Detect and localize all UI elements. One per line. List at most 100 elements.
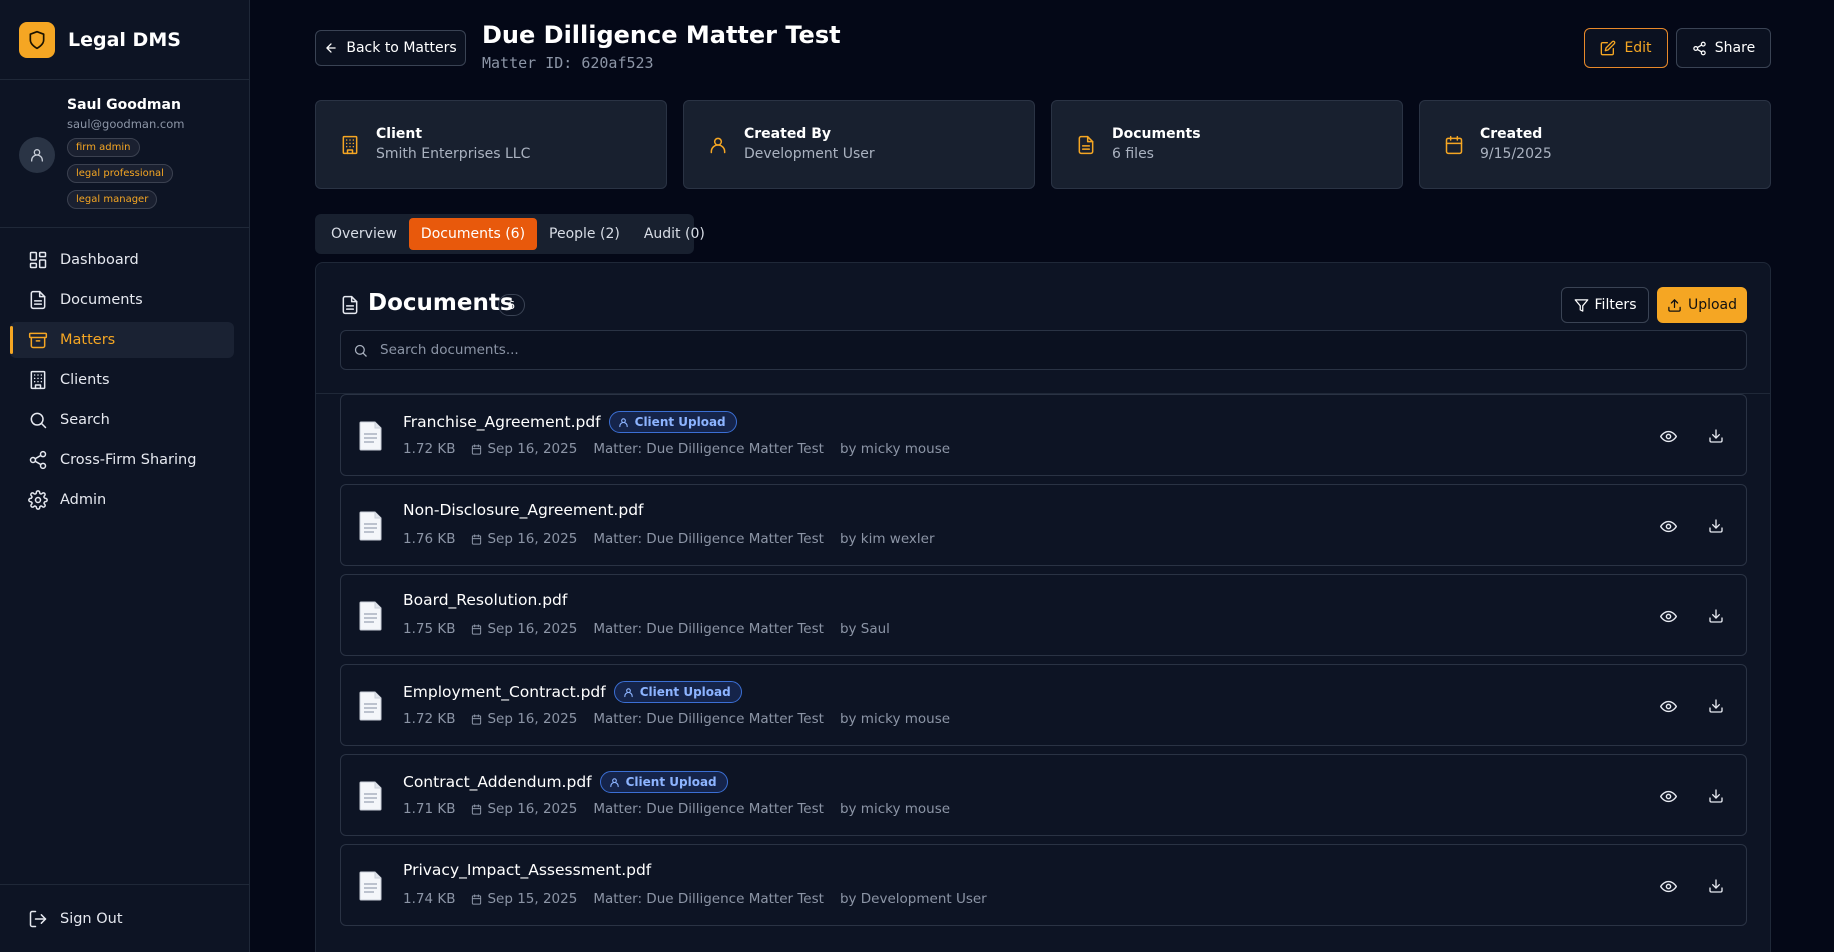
document-name[interactable]: Franchise_Agreement.pdf (403, 413, 601, 431)
eye-icon (1659, 698, 1677, 715)
matter-id: Matter ID: 620af523 (482, 54, 654, 72)
document-row[interactable]: Employment_Contract.pdf Client Upload 1.… (340, 664, 1747, 746)
sidebar-item-search[interactable]: Search (10, 402, 234, 438)
tab-overview[interactable]: Overview (319, 218, 409, 250)
document-name[interactable]: Employment_Contract.pdf (403, 683, 606, 701)
sidebar-item-admin[interactable]: Admin (10, 482, 234, 518)
document-name[interactable]: Non-Disclosure_Agreement.pdf (403, 501, 644, 519)
filter-icon (1574, 298, 1589, 313)
back-to-matters-button[interactable]: Back to Matters (315, 30, 466, 66)
card-label: Created By (744, 126, 832, 142)
pdf-file-icon (359, 781, 383, 811)
avatar (19, 137, 55, 173)
view-button[interactable] (1657, 425, 1679, 447)
card-label: Documents (1112, 126, 1201, 142)
view-button[interactable] (1657, 605, 1679, 627)
eye-icon (1659, 518, 1677, 535)
filters-button[interactable]: Filters (1561, 287, 1649, 323)
brand: Legal DMS (0, 0, 249, 80)
badge-label: Client Upload (625, 775, 717, 789)
eye-icon (1659, 608, 1677, 625)
building-icon (340, 135, 360, 155)
panel-title: Documents (368, 290, 514, 316)
uploaded-by: by Development User (839, 891, 987, 907)
logout-icon (28, 909, 48, 929)
uploaded-by: by micky mouse (839, 801, 951, 817)
user-icon (708, 135, 728, 155)
documents-panel: Documents 6 Filters Upload Franchise_Agr… (315, 262, 1771, 952)
arrow-left-icon (324, 41, 338, 55)
client-upload-badge: Client Upload (613, 681, 742, 703)
client-upload-badge: Client Upload (599, 771, 728, 793)
view-button[interactable] (1657, 695, 1679, 717)
filters-label: Filters (1594, 297, 1637, 313)
download-icon (1708, 878, 1724, 894)
document-icon (28, 290, 48, 310)
document-row[interactable]: Privacy_Impact_Assessment.pdf 1.74 KB Se… (340, 844, 1747, 926)
eye-icon (1659, 428, 1677, 445)
document-name[interactable]: Contract_Addendum.pdf (403, 773, 592, 791)
document-name[interactable]: Board_Resolution.pdf (403, 591, 567, 609)
upload-date: Sep 16, 2025 (487, 621, 578, 637)
role-badge: firm admin (67, 138, 140, 157)
document-row[interactable]: Contract_Addendum.pdf Client Upload 1.71… (340, 754, 1747, 836)
sign-out-button[interactable]: Sign Out (0, 884, 250, 952)
calendar-icon (471, 713, 482, 725)
upload-date: Sep 16, 2025 (487, 441, 578, 457)
search-input[interactable] (380, 342, 1680, 358)
file-size: 1.72 KB (403, 711, 456, 727)
download-button[interactable] (1705, 695, 1727, 717)
view-button[interactable] (1657, 515, 1679, 537)
document-name[interactable]: Privacy_Impact_Assessment.pdf (403, 861, 651, 879)
sidebar-item-label: Cross-Firm Sharing (60, 452, 197, 468)
upload-button[interactable]: Upload (1657, 287, 1747, 323)
sidebar-item-cross-firm-sharing[interactable]: Cross-Firm Sharing (10, 442, 234, 478)
upload-date: Sep 16, 2025 (487, 801, 578, 817)
tab-people[interactable]: People (2) (537, 218, 632, 250)
role-badge: legal professional (67, 164, 173, 183)
tab-audit[interactable]: Audit (0) (632, 218, 717, 250)
calendar-icon (471, 533, 482, 545)
document-row[interactable]: Non-Disclosure_Agreement.pdf 1.76 KB Sep… (340, 484, 1747, 566)
download-button[interactable] (1705, 515, 1727, 537)
pdf-file-icon (359, 691, 383, 721)
sidebar-item-clients[interactable]: Clients (10, 362, 234, 398)
sidebar-item-label: Admin (60, 492, 107, 508)
download-button[interactable] (1705, 605, 1727, 627)
card-value: 6 files (1112, 146, 1154, 162)
user-icon (609, 777, 620, 788)
sign-out-label: Sign Out (60, 910, 123, 927)
upload-date: Sep 16, 2025 (487, 531, 578, 547)
matter-tabs: Overview Documents (6) People (2) Audit … (315, 214, 705, 254)
view-button[interactable] (1657, 785, 1679, 807)
edit-button[interactable]: Edit (1584, 28, 1668, 68)
download-button[interactable] (1705, 875, 1727, 897)
share-icon (28, 450, 48, 470)
download-button[interactable] (1705, 425, 1727, 447)
file-text-icon (340, 295, 360, 315)
download-icon (1708, 518, 1724, 534)
matter-name: Matter: Due Dilligence Matter Test (593, 801, 824, 817)
card-value: Smith Enterprises LLC (376, 146, 531, 162)
user-name: Saul Goodman (67, 97, 181, 113)
search-icon (353, 343, 368, 358)
share-button[interactable]: Share (1676, 28, 1771, 68)
download-button[interactable] (1705, 785, 1727, 807)
matter-name: Matter: Due Dilligence Matter Test (593, 531, 824, 547)
pdf-file-icon (359, 871, 383, 901)
archive-icon (28, 330, 48, 350)
sidebar-item-label: Matters (60, 332, 116, 348)
client-upload-badge: Client Upload (608, 411, 737, 433)
sidebar-item-matters[interactable]: Matters (10, 322, 234, 358)
sidebar-item-label: Dashboard (60, 252, 139, 268)
matter-name: Matter: Due Dilligence Matter Test (593, 711, 824, 727)
user-email: saul@goodman.com (67, 117, 185, 131)
document-search (340, 330, 1747, 370)
document-row[interactable]: Franchise_Agreement.pdf Client Upload 1.… (340, 394, 1747, 476)
view-button[interactable] (1657, 875, 1679, 897)
sidebar-item-dashboard[interactable]: Dashboard (10, 242, 234, 278)
edit-icon (1600, 40, 1616, 56)
tab-documents[interactable]: Documents (6) (408, 218, 538, 250)
document-row[interactable]: Board_Resolution.pdf 1.75 KB Sep 16, 202… (340, 574, 1747, 656)
sidebar-item-documents[interactable]: Documents (10, 282, 234, 318)
